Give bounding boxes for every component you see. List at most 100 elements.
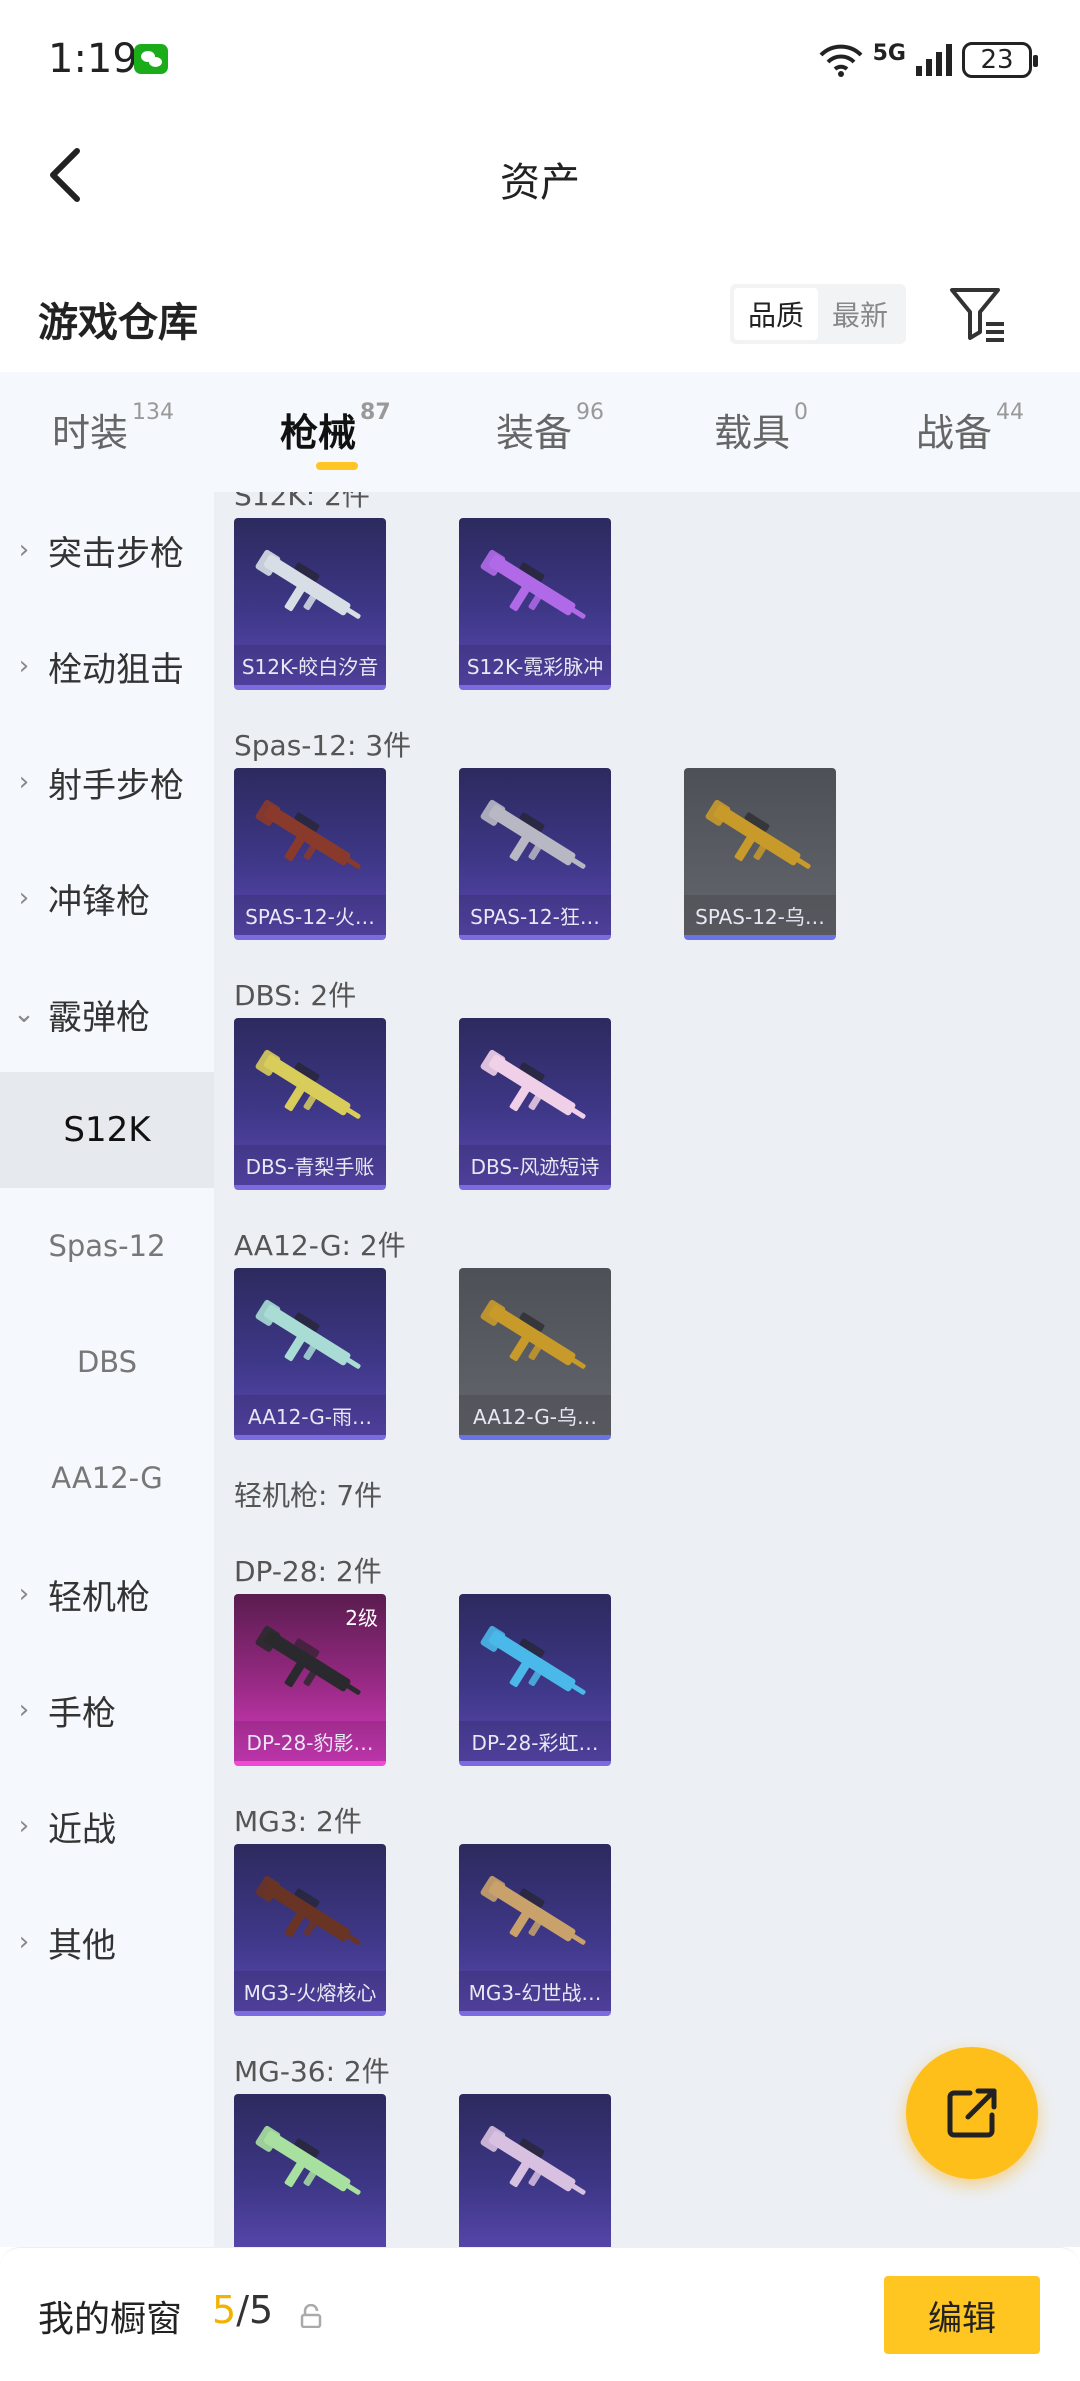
- weapon-skin-name: SPAS-12-狂…: [459, 895, 611, 935]
- sidebar-sub-aa12g[interactable]: AA12-G: [0, 1420, 214, 1536]
- status-time: 1:19: [48, 36, 138, 82]
- weapon-skin-card[interactable]: AA12-G-乌…: [459, 1268, 611, 1440]
- tab-count: 0: [794, 400, 809, 425]
- group-label: MG-36: 2件: [234, 2055, 390, 2088]
- weapon-skin-card[interactable]: AA12-G-雨…: [234, 1268, 386, 1440]
- chevron-right-icon: ›: [18, 535, 30, 565]
- sort-latest-option[interactable]: 最新: [818, 288, 902, 340]
- sidebar-item-other[interactable]: › 其他: [0, 1884, 214, 2000]
- rifle-icon: [480, 1625, 586, 1695]
- category-tabs: 时装 134 枪械 87 装备 96 载具 0 战备 44: [0, 372, 1080, 492]
- weapon-skin-card[interactable]: SPAS-12-狂…: [459, 768, 611, 940]
- lock-icon: [300, 2304, 322, 2328]
- weapon-skin-name: DBS-青梨手账: [234, 1145, 386, 1185]
- filter-button[interactable]: [946, 282, 1010, 346]
- tab-firearms[interactable]: 枪械 87: [280, 400, 391, 457]
- weapon-skin-name: AA12-G-乌…: [459, 1395, 611, 1435]
- chevron-right-icon: ›: [18, 883, 30, 913]
- rifle-icon: [705, 799, 811, 869]
- weapon-skin-card[interactable]: S12K-皎白汐音: [234, 518, 386, 690]
- tab-label: 载具: [714, 411, 791, 455]
- weapon-skin-card[interactable]: SPAS-12-火…: [234, 768, 386, 940]
- battery-icon: 23: [962, 42, 1038, 78]
- sidebar-item-label: 轻机枪: [48, 1577, 150, 1618]
- tab-vehicles[interactable]: 载具 0: [714, 400, 809, 457]
- active-tab-indicator: [316, 462, 358, 470]
- sort-toggle: 品质 最新: [730, 284, 906, 344]
- showcase-count-total: /5: [236, 2288, 274, 2332]
- tab-fashion[interactable]: 时装 134: [52, 400, 174, 457]
- title-bar: 资产: [0, 120, 1080, 230]
- weapon-skin-card[interactable]: DBS-风迹短诗: [459, 1018, 611, 1190]
- weapon-category-sidebar: › 突击步枪 › 栓动狙击 › 射手步枪 › 冲锋枪 ⌄ 霰弹枪 S12K Spas-12…: [0, 492, 214, 2247]
- sidebar-sub-s12k[interactable]: S12K: [0, 1072, 214, 1188]
- chevron-right-icon: ›: [18, 1811, 30, 1841]
- weapon-skin-name: SPAS-12-火…: [234, 895, 386, 935]
- weapon-skin-card[interactable]: MG3-火熔核心: [234, 1844, 386, 2016]
- sidebar-item-lmg[interactable]: › 轻机枪: [0, 1536, 214, 1652]
- weapon-grid: S12K: 2件 S12K-皎白汐音 S12K-霓彩脉冲 Spas-12: 3件 SPA…: [214, 492, 1080, 2247]
- wechat-notification-icon: [134, 44, 168, 74]
- tab-count: 44: [996, 400, 1025, 425]
- rifle-icon: [480, 1299, 586, 1369]
- rifle-icon: [255, 1875, 361, 1945]
- sidebar-item-assault-rifle[interactable]: › 突击步枪: [0, 492, 214, 608]
- sidebar-item-shotgun[interactable]: ⌄ 霰弹枪: [0, 956, 214, 1072]
- weapon-skin-card[interactable]: SPAS-12-乌…: [684, 768, 836, 940]
- sidebar-item-marksman-rifle[interactable]: › 射手步枪: [0, 724, 214, 840]
- rifle-icon: [480, 1049, 586, 1119]
- weapon-skin-name: DP-28-豹影…: [234, 1721, 386, 1761]
- sort-quality-option[interactable]: 品质: [734, 288, 818, 340]
- chevron-right-icon: ›: [18, 651, 30, 681]
- rifle-icon: [480, 1875, 586, 1945]
- group-label: 轻机枪: 7件: [234, 1479, 383, 1512]
- sidebar-sub-spas12[interactable]: Spas-12: [0, 1188, 214, 1304]
- sidebar-item-label: 近战: [48, 1809, 116, 1850]
- weapon-skin-card[interactable]: S12K-霓彩脉冲: [459, 518, 611, 690]
- sidebar-sub-dbs[interactable]: DBS: [0, 1304, 214, 1420]
- chevron-right-icon: ›: [18, 1927, 30, 1957]
- status-bar: 1:19 5G 23: [0, 0, 1080, 120]
- wifi-icon: [819, 44, 863, 77]
- warehouse-title: 游戏仓库: [38, 300, 198, 346]
- rifle-icon: [255, 799, 361, 869]
- bottom-bar: 我的橱窗 5/5 编辑: [0, 2247, 1080, 2381]
- rifle-icon: [255, 1049, 361, 1119]
- tab-label: 时装: [52, 411, 129, 455]
- sidebar-item-label: 霰弹枪: [48, 997, 150, 1038]
- weapon-skin-card[interactable]: DP-28-彩虹…: [459, 1594, 611, 1766]
- weapon-skin-card[interactable]: [459, 2094, 611, 2247]
- showcase-count: 5/5: [212, 2288, 273, 2332]
- sidebar-item-melee[interactable]: › 近战: [0, 1768, 214, 1884]
- tab-count: 96: [576, 400, 605, 425]
- sidebar-item-label: 冲锋枪: [48, 881, 150, 922]
- weapon-skin-name: DBS-风迹短诗: [459, 1145, 611, 1185]
- weapon-skin-card[interactable]: [234, 2094, 386, 2247]
- weapon-skin-name: MG3-火熔核心: [234, 1971, 386, 2011]
- sidebar-item-bolt-sniper[interactable]: › 栓动狙击: [0, 608, 214, 724]
- signal-icon: [916, 44, 952, 76]
- weapon-skin-name: DP-28-彩虹…: [459, 1721, 611, 1761]
- weapon-skin-card[interactable]: 2级 DP-28-豹影…: [234, 1594, 386, 1766]
- weapon-skin-name: S12K-霓彩脉冲: [459, 645, 611, 685]
- weapon-skin-card[interactable]: DBS-青梨手账: [234, 1018, 386, 1190]
- sidebar-item-pistol[interactable]: › 手枪: [0, 1652, 214, 1768]
- chevron-right-icon: ›: [18, 1695, 30, 1725]
- weapon-skin-card[interactable]: MG3-幻世战…: [459, 1844, 611, 2016]
- tab-label: 战备: [916, 411, 993, 455]
- sidebar-item-label: 栓动狙击: [48, 649, 184, 690]
- sidebar-item-smg[interactable]: › 冲锋枪: [0, 840, 214, 956]
- level-badge: 2级: [345, 1606, 378, 1630]
- tab-label: 装备: [496, 411, 573, 455]
- chevron-right-icon: ›: [18, 1579, 30, 1609]
- rifle-icon: [255, 2125, 361, 2195]
- showcase-count-current: 5: [212, 2288, 237, 2332]
- showcase-label: 我的橱窗: [38, 2299, 183, 2340]
- tab-supplies[interactable]: 战备 44: [916, 400, 1025, 457]
- sidebar-item-label: 手枪: [48, 1693, 116, 1734]
- tab-equipment[interactable]: 装备 96: [496, 400, 605, 457]
- share-button[interactable]: [906, 2047, 1038, 2179]
- edit-button[interactable]: 编辑: [884, 2276, 1040, 2354]
- chevron-down-icon: ⌄: [13, 999, 35, 1029]
- rifle-icon: [255, 1299, 361, 1369]
